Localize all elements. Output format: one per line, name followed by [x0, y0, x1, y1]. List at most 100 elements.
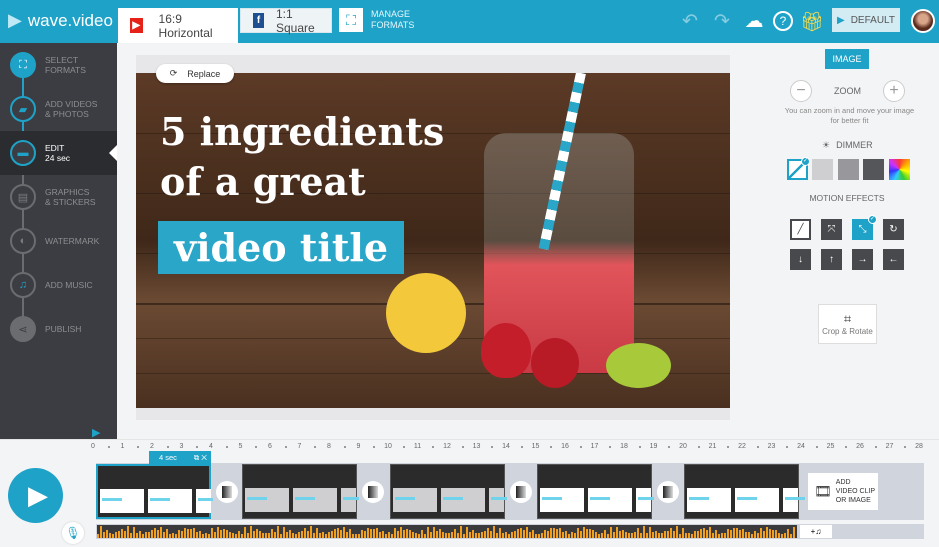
transition-button[interactable]: [359, 464, 387, 519]
timeline-clip[interactable]: [96, 464, 218, 519]
timeline-clip[interactable]: [242, 464, 363, 519]
tab-1-1-square[interactable]: f 1:1 Square: [240, 7, 332, 35]
waveform-bar: [526, 527, 528, 538]
waveform-bar: [727, 529, 729, 538]
ruler-dot: [461, 446, 464, 448]
transition-button[interactable]: [213, 464, 241, 519]
title-highlight[interactable]: video title: [158, 221, 404, 274]
duplicate-icon[interactable]: ⧉: [194, 453, 199, 462]
waveform-bar: [280, 533, 282, 538]
sidebar-item-select-formats[interactable]: ⛶ SELECT FORMATS: [0, 43, 117, 87]
dimmer-dark[interactable]: [863, 159, 884, 180]
motion-zoom-in[interactable]: ⤡ ✓: [852, 215, 877, 240]
waveform-bar: [742, 528, 744, 538]
waveform-bar: [358, 533, 360, 538]
zoom-in-button[interactable]: +: [883, 80, 905, 102]
canvas-image[interactable]: 5 ingredients of a great video title: [136, 73, 730, 408]
microphone-button[interactable]: 🎙︎: [62, 522, 84, 544]
waveform-bar: [763, 530, 765, 538]
motion-pan-right[interactable]: →: [852, 249, 873, 270]
waveform-bar: [295, 533, 297, 538]
redo-icon[interactable]: ↷: [710, 10, 734, 33]
sidebar-item-edit[interactable]: ▬ EDIT 24 sec: [0, 131, 117, 175]
add-music-button[interactable]: +♫: [800, 525, 832, 538]
waveform-bar: [211, 528, 213, 538]
timeline-clip[interactable]: [390, 464, 511, 519]
zoom-hint: You can zoom in and move your image: [784, 106, 915, 115]
ruler-dot: [845, 446, 847, 448]
motion-pan-left[interactable]: ←: [883, 249, 904, 270]
ruler-dot: [432, 446, 434, 448]
ruler-tick: 18: [620, 443, 628, 450]
ruler-tick: 15: [531, 443, 540, 450]
ruler-tick: 6: [268, 443, 272, 450]
replace-button[interactable]: ⟳ Replace: [156, 64, 234, 83]
motion-pan-down[interactable]: ↓: [790, 249, 811, 270]
play-button[interactable]: ▶: [8, 468, 63, 523]
dimmer-none[interactable]: ✓: [787, 157, 810, 180]
waveform-bar: [214, 531, 216, 538]
zoom-out-button[interactable]: −: [790, 80, 812, 102]
waveform-bar: [97, 534, 99, 538]
dimmer-light[interactable]: [812, 159, 833, 180]
waveform-bar: [421, 530, 423, 538]
waveform-bar: [196, 531, 198, 538]
help-icon[interactable]: ?: [773, 11, 793, 31]
waveform-bar: [217, 526, 219, 538]
sidebar-item-publish[interactable]: ⋖ PUBLISH: [0, 307, 117, 351]
waveform-bar: [721, 533, 723, 538]
waveform-bar: [700, 529, 702, 538]
waveform-bar: [670, 527, 672, 538]
timeline-clip[interactable]: [537, 464, 658, 519]
sidebar-item-watermark[interactable]: ◐ WATERMARK: [0, 219, 117, 263]
add-video-clip-button[interactable]: 🎞︎ ADD VIDEO CLIP OR IMAGE: [808, 473, 878, 510]
undo-icon[interactable]: ↶: [678, 10, 702, 33]
sidebar-item-add-videos[interactable]: ▰ ADD VIDEOS & PHOTOS: [0, 87, 117, 131]
title-line-1[interactable]: 5 ingredients: [160, 109, 444, 154]
transition-button[interactable]: [654, 464, 682, 519]
avatar[interactable]: [911, 9, 935, 33]
waveform-bar: [415, 533, 417, 538]
manage-formats-button[interactable]: ⛶ MANAGE FORMATS: [339, 8, 414, 32]
cloud-save-icon[interactable]: ☁: [742, 10, 766, 33]
motion-none[interactable]: ╱: [790, 219, 811, 240]
waveform-bar: [166, 528, 168, 538]
zoom-label: ZOOM: [834, 86, 861, 96]
waveform-bar: [163, 531, 165, 538]
timeline-clip[interactable]: [684, 464, 805, 519]
motion-rotate[interactable]: ↻: [883, 219, 904, 240]
waveform-bar: [241, 533, 243, 538]
gift-icon[interactable]: 🎁︎: [800, 10, 824, 34]
crop-rotate-button[interactable]: ⌗ Crop & Rotate: [818, 304, 877, 344]
audio-waveform[interactable]: [97, 525, 797, 538]
sidebar-item-add-music[interactable]: ♫ ADD MUSIC: [0, 263, 117, 307]
logo-icon: ▶: [8, 10, 22, 30]
waveform-bar: [160, 526, 162, 538]
transition-icon: [510, 480, 532, 503]
close-icon[interactable]: ✕: [201, 453, 207, 462]
image-tab[interactable]: IMAGE: [825, 49, 869, 69]
motion-effects-label: MOTION EFFECTS: [809, 193, 885, 203]
dimmer-medium[interactable]: [838, 159, 859, 180]
ruler-tick: 17: [590, 443, 599, 450]
motion-pan-up[interactable]: ↑: [821, 249, 842, 270]
waveform-bar: [706, 530, 708, 538]
waveform-bar: [307, 531, 309, 538]
title-line-2[interactable]: of a great: [160, 159, 366, 204]
dimmer-custom-color[interactable]: [889, 159, 910, 180]
motion-zoom-out[interactable]: ⤧: [821, 219, 842, 240]
sidebar-item-graphics[interactable]: ▤ GRAPHICS & STICKERS: [0, 175, 117, 219]
waveform-bar: [604, 529, 606, 538]
transition-button[interactable]: [507, 464, 535, 519]
waveform-bar: [268, 532, 270, 538]
tab-16-9-horizontal[interactable]: ▶ 16:9 Horizontal: [118, 8, 238, 43]
watermark-icon: ◐: [10, 228, 36, 254]
waveform-bar: [646, 533, 648, 538]
logo[interactable]: ▶ wave.video: [8, 10, 113, 31]
brand-default-button[interactable]: ▶ DEFAULT: [832, 8, 900, 32]
playhead-marker[interactable]: ▶: [92, 426, 100, 439]
waveform-bar: [784, 533, 786, 538]
ruler-dot: [255, 446, 257, 448]
waveform-bar: [244, 527, 246, 538]
ruler-tick: 10: [384, 443, 392, 450]
